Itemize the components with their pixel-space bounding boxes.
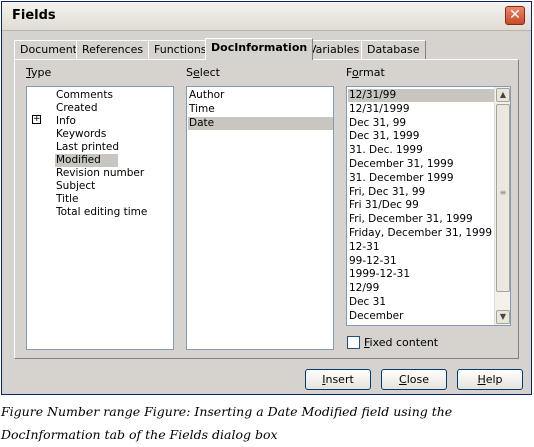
type-list-item[interactable]: Subject bbox=[55, 180, 118, 193]
type-list[interactable]: + Comments Created Info Keywords Last printe… bbox=[26, 86, 174, 350]
format-list-item[interactable]: Dec 31 bbox=[348, 296, 494, 309]
help-button[interactable]: Help bbox=[457, 369, 523, 390]
format-list-item[interactable]: 31. Dec. 1999 bbox=[348, 144, 494, 157]
fields-dialog: Fields ✕ Document References Functions D… bbox=[1, 1, 532, 395]
figure-caption-line1: Figure Number range Figure: Inserting a … bbox=[1, 404, 453, 419]
type-list-item[interactable]: Comments bbox=[55, 89, 118, 102]
type-list-item[interactable]: Created bbox=[55, 102, 118, 115]
format-list-item[interactable]: Friday, December 31, 1999 bbox=[348, 227, 494, 240]
figure-caption-line2: DocInformation tab of the Fields dialog … bbox=[1, 427, 278, 442]
type-list-item[interactable]: Info bbox=[55, 115, 118, 128]
select-list-item[interactable]: Time bbox=[188, 103, 333, 116]
format-list-item[interactable]: December 31, 1999 bbox=[348, 158, 494, 171]
type-list-item[interactable]: Modified bbox=[55, 154, 118, 167]
format-list-item[interactable]: 12-31 bbox=[348, 241, 494, 254]
tab-document[interactable]: Document bbox=[14, 40, 83, 59]
select-list-item[interactable]: Date bbox=[188, 117, 333, 130]
down-arrow-icon[interactable]: ▼ bbox=[496, 310, 510, 324]
tab-database[interactable]: Database bbox=[361, 40, 426, 59]
format-list-item[interactable]: December bbox=[348, 310, 494, 323]
scroll-thumb[interactable]: ≡ bbox=[496, 104, 510, 292]
select-label: Select bbox=[186, 66, 220, 79]
format-scrollbar[interactable]: ▲ ≡ ▼ bbox=[494, 87, 510, 325]
format-list-item[interactable]: 99-12-31 bbox=[348, 255, 494, 268]
format-list-item[interactable]: 12/31/99 bbox=[348, 89, 494, 102]
tab-functions[interactable]: Functions bbox=[148, 40, 213, 59]
format-list-item[interactable]: 12/99 bbox=[348, 282, 494, 295]
tab-docinformation[interactable]: DocInformation bbox=[205, 38, 314, 60]
fixed-content-label[interactable]: Fixed content bbox=[364, 336, 438, 349]
format-list-item[interactable]: 31. December 1999 bbox=[348, 172, 494, 185]
format-list-item[interactable]: 12/31/1999 bbox=[348, 103, 494, 116]
type-list-item[interactable]: Total editing time bbox=[55, 206, 147, 219]
type-list-item[interactable]: Revision number bbox=[55, 167, 144, 180]
format-list-item[interactable]: 1999-12-31 bbox=[348, 268, 494, 281]
format-list-item[interactable]: Dec 31, 1999 bbox=[348, 130, 494, 143]
close-icon[interactable]: ✕ bbox=[505, 6, 525, 25]
insert-button[interactable]: Insert bbox=[305, 369, 371, 390]
plus-expander-icon[interactable]: + bbox=[32, 115, 41, 124]
type-label: Type bbox=[26, 66, 52, 79]
select-list-item[interactable]: Author bbox=[188, 89, 333, 102]
type-list-item[interactable]: Last printed bbox=[55, 141, 119, 154]
close-button[interactable]: Close bbox=[381, 369, 447, 390]
type-list-item[interactable]: Keywords bbox=[55, 128, 118, 141]
format-list-item[interactable]: Fri 31/Dec 99 bbox=[348, 199, 494, 212]
title-bar: Fields ✕ bbox=[2, 2, 531, 31]
format-list-item[interactable]: Fri, Dec 31, 99 bbox=[348, 186, 494, 199]
select-list[interactable]: Author Time Date bbox=[186, 86, 334, 350]
dialog-title: Fields bbox=[12, 8, 56, 23]
format-list-item[interactable]: Dec 31, 99 bbox=[348, 117, 494, 130]
type-list-item[interactable]: Title bbox=[55, 193, 118, 206]
format-list[interactable]: ▲ ≡ ▼ 12/31/99 12/31/1999 Dec 31, 99 Dec 31… bbox=[346, 86, 511, 326]
format-label: Format bbox=[346, 66, 385, 79]
tab-references[interactable]: References bbox=[76, 40, 150, 59]
fixed-content-checkbox[interactable] bbox=[347, 336, 360, 349]
format-list-item[interactable]: Fri, December 31, 1999 bbox=[348, 213, 494, 226]
up-arrow-icon[interactable]: ▲ bbox=[496, 88, 510, 102]
